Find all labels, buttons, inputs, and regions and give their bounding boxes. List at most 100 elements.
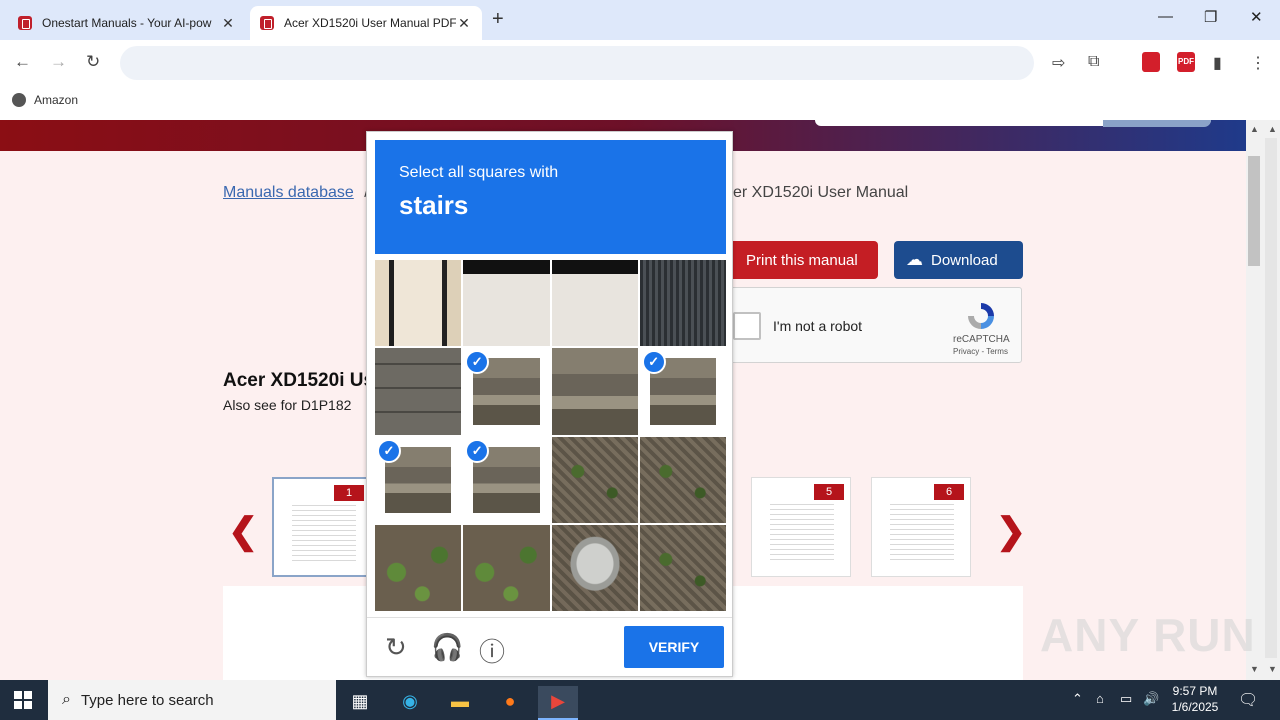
page-scrollbar[interactable]: ▲ ▼ ▲ ▼: [1246, 120, 1280, 680]
globe-icon: [12, 93, 26, 107]
scroll-thumb[interactable]: [1248, 156, 1260, 266]
scroll-down-icon[interactable]: ▼: [1268, 664, 1277, 674]
challenge-tile[interactable]: [551, 524, 638, 611]
challenge-tile[interactable]: [375, 260, 462, 347]
challenge-tile[interactable]: [639, 524, 726, 611]
scroll-down-icon[interactable]: ▼: [1250, 664, 1259, 674]
file-explorer-icon[interactable]: ▬: [440, 686, 480, 720]
challenge-tile[interactable]: ✓: [375, 437, 461, 523]
page-thumbnail[interactable]: 1: [272, 477, 372, 577]
thumbnail-number: 1: [334, 485, 364, 501]
breadcrumb: Manuals database /: [223, 184, 369, 202]
thumbnail-preview: [770, 500, 834, 562]
reload-challenge-icon[interactable]: ↻: [385, 632, 407, 663]
scroll-up-icon[interactable]: ▲: [1250, 124, 1259, 134]
challenge-grid: ✓ ✓ ✓ ✓: [375, 260, 726, 611]
tile-image: [375, 524, 462, 611]
tile-image: [551, 524, 638, 611]
bookmarks-bar: Amazon: [0, 86, 1280, 120]
back-icon[interactable]: ←: [14, 52, 31, 72]
anyrun-watermark: ANY RUN: [1040, 609, 1256, 661]
challenge-tile[interactable]: [375, 524, 462, 611]
tile-image: [463, 260, 550, 347]
thumbnail-number: 5: [814, 484, 844, 500]
close-icon[interactable]: ✕: [220, 15, 236, 32]
task-view-icon[interactable]: ▦: [340, 686, 380, 720]
minimize-icon[interactable]: —: [1158, 8, 1173, 25]
tab-acer-manual[interactable]: Acer XD1520i User Manual PDF ✕: [250, 6, 482, 40]
also-see-text: Also see for D1P182: [223, 397, 352, 413]
challenge-tile[interactable]: [551, 348, 638, 435]
forward-icon[interactable]: →: [50, 52, 67, 72]
recaptcha-widget: I'm not a robot reCAPTCHA Privacy - Term…: [728, 287, 1022, 363]
challenge-tile[interactable]: ✓: [463, 437, 549, 523]
scroll-up-icon[interactable]: ▲: [1268, 124, 1277, 134]
close-icon[interactable]: ✕: [456, 15, 472, 32]
tile-image: [375, 348, 462, 435]
network-icon[interactable]: ⌂: [1096, 691, 1104, 706]
edge-icon[interactable]: ◉: [390, 686, 430, 720]
tile-image: [375, 260, 462, 347]
clock-time: 9:57 PM: [1172, 684, 1218, 698]
chevron-right-icon[interactable]: ❯: [996, 510, 1026, 552]
challenge-tile[interactable]: ✓: [640, 348, 726, 434]
new-tab-icon[interactable]: +: [492, 8, 504, 31]
info-icon[interactable]: ⓘ: [479, 632, 505, 669]
taskbar-clock[interactable]: 9:57 PM 1/6/2025: [1165, 683, 1225, 715]
volume-icon[interactable]: 🔊: [1143, 691, 1159, 707]
challenge-tile[interactable]: ✓: [463, 348, 549, 434]
onestart-extension-icon[interactable]: [1142, 52, 1160, 72]
window-close-icon[interactable]: ✕: [1250, 8, 1263, 26]
restore-icon[interactable]: ❐: [1204, 8, 1217, 26]
challenge-tile[interactable]: [463, 524, 550, 611]
site-search-button[interactable]: [1103, 120, 1211, 127]
challenge-header: Select all squares with stairs: [375, 140, 726, 254]
recaptcha-terms[interactable]: Privacy - Terms: [953, 347, 1008, 356]
menu-icon[interactable]: ⋮: [1250, 53, 1266, 73]
sidepanel-icon[interactable]: ▮: [1213, 53, 1222, 73]
taskbar-search-placeholder: Type here to search: [80, 691, 214, 709]
clock-date: 1/6/2025: [1171, 700, 1219, 714]
challenge-tile[interactable]: [551, 260, 638, 347]
recaptcha-label: I'm not a robot: [773, 318, 863, 334]
chevron-left-icon[interactable]: ❮: [228, 510, 258, 552]
scroll-track[interactable]: [1265, 138, 1277, 658]
share-icon[interactable]: ⇨: [1052, 53, 1065, 73]
challenge-tile[interactable]: [375, 348, 462, 435]
pdf-extension-icon[interactable]: PDF: [1177, 52, 1195, 72]
checkmark-icon: ✓: [465, 438, 490, 463]
thumbnail-preview: [292, 501, 356, 563]
tab-title: Acer XD1520i User Manual PDF: [284, 16, 456, 30]
challenge-tile[interactable]: [463, 260, 550, 347]
print-manual-button[interactable]: Print this manual: [728, 241, 878, 279]
download-button[interactable]: ☁ Download: [894, 241, 1023, 279]
download-label: Download: [931, 251, 998, 269]
breadcrumb-link-manuals[interactable]: Manuals database: [223, 184, 354, 201]
windows-start-icon[interactable]: [14, 691, 32, 709]
page-thumbnail[interactable]: 6: [871, 477, 971, 577]
tile-image: [639, 436, 726, 523]
display-icon[interactable]: ▭: [1120, 691, 1132, 707]
verify-button[interactable]: VERIFY: [624, 626, 724, 668]
tab-onestart[interactable]: Onestart Manuals - Your AI-pow ✕: [8, 6, 246, 40]
thumbnail-number: 6: [934, 484, 964, 500]
firefox-icon[interactable]: ●: [490, 686, 530, 720]
bookmark-amazon[interactable]: Amazon: [12, 93, 78, 107]
challenge-tile[interactable]: [639, 436, 726, 523]
reload-icon[interactable]: ↻: [86, 52, 100, 72]
challenge-tile[interactable]: [551, 436, 638, 523]
extensions-icon[interactable]: ⧉: [1088, 53, 1099, 71]
search-icon: ⌕: [62, 691, 71, 708]
tile-image: [551, 436, 638, 523]
notifications-icon[interactable]: 🗨: [1238, 690, 1258, 710]
challenge-tile[interactable]: [639, 260, 726, 347]
thumbnail-preview: [890, 500, 954, 562]
recaptcha-checkbox[interactable]: [733, 312, 761, 340]
cloud-download-icon: ☁: [906, 250, 923, 269]
address-bar[interactable]: [120, 46, 1034, 80]
chevron-up-icon[interactable]: ⌃: [1072, 691, 1083, 707]
onestart-browser-icon[interactable]: ▶: [538, 686, 578, 720]
taskbar-search[interactable]: ⌕ Type here to search: [48, 680, 336, 720]
page-thumbnail[interactable]: 5: [751, 477, 851, 577]
headphones-icon[interactable]: 🎧: [431, 632, 463, 663]
